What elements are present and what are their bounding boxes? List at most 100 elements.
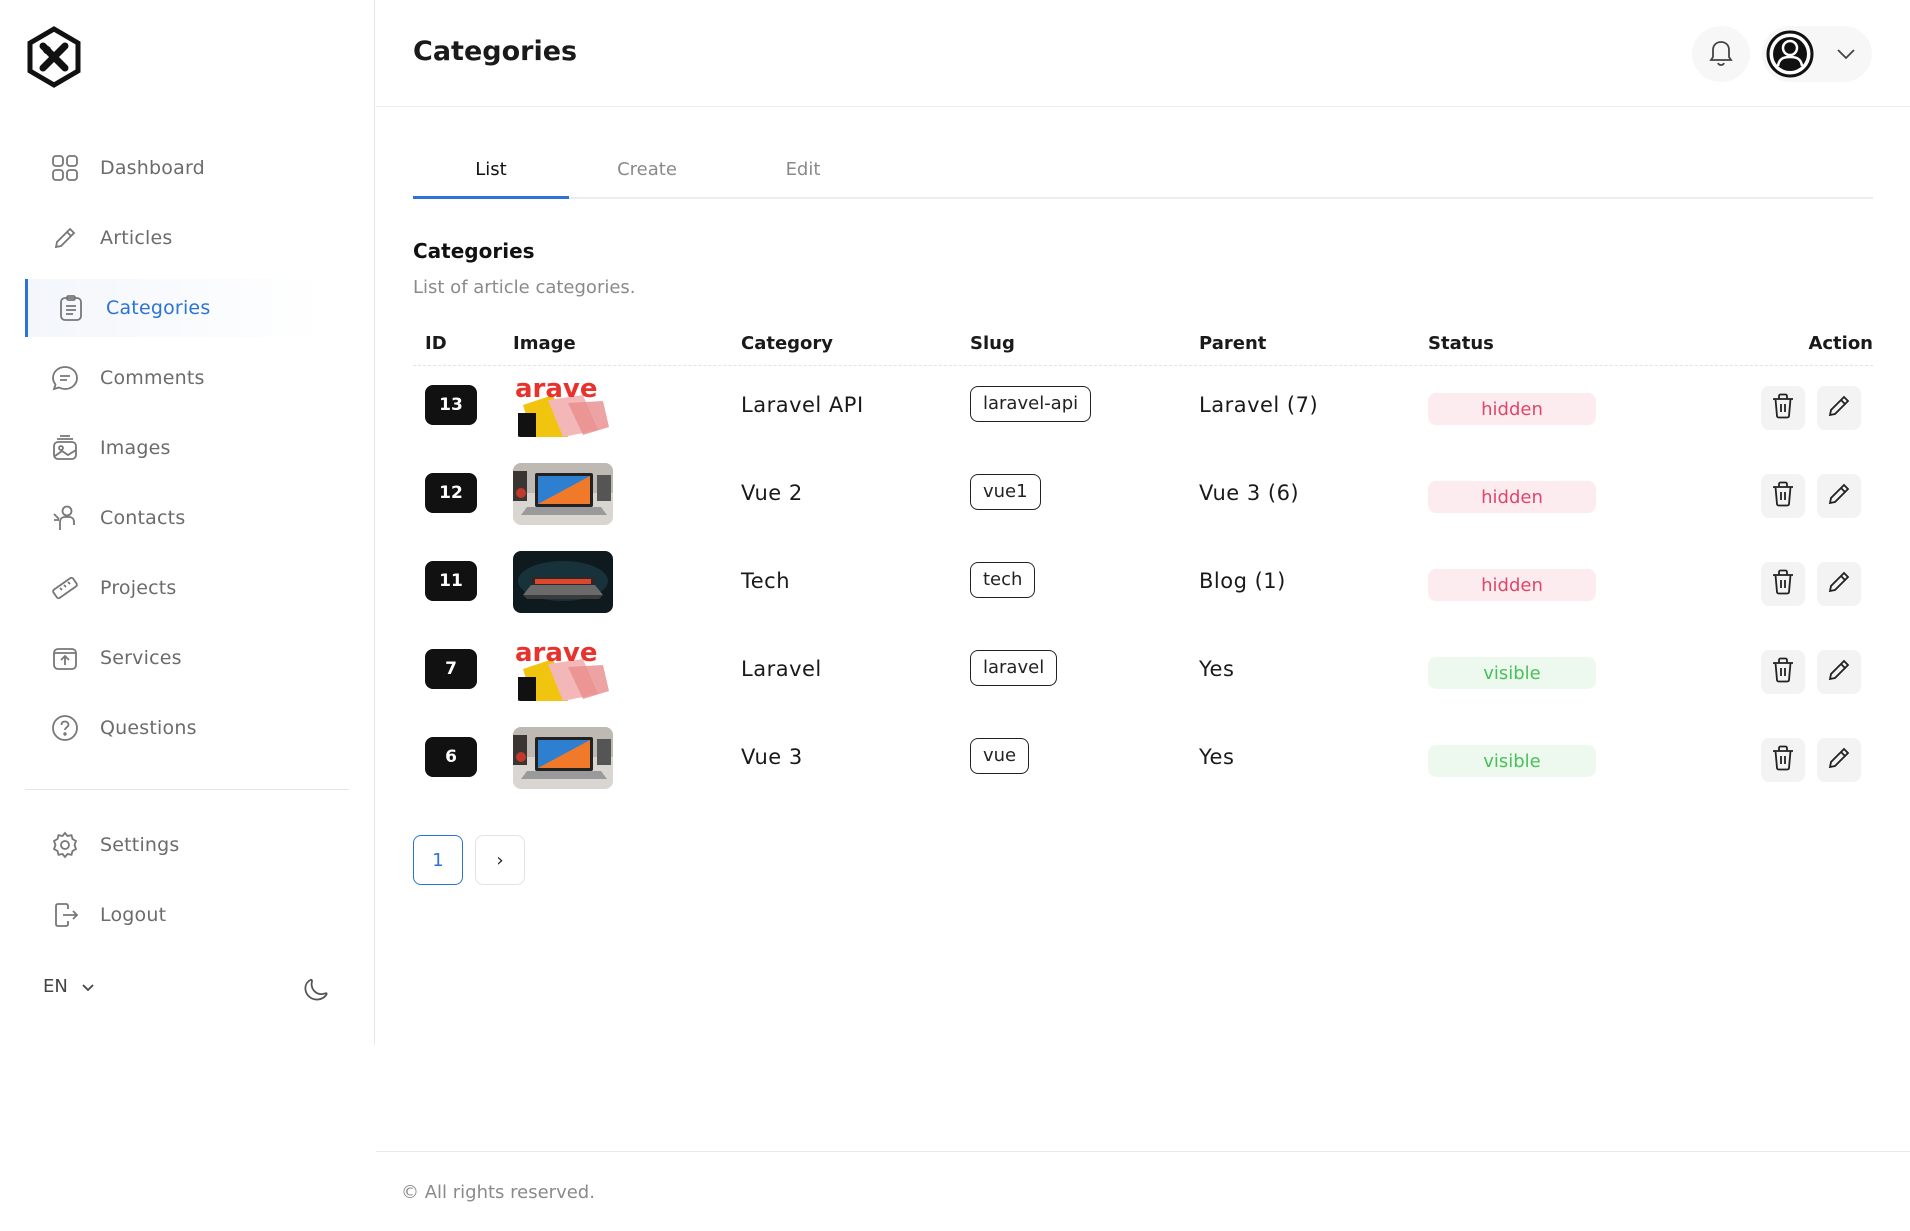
sidebar-item-projects[interactable]: Projects [25,559,325,617]
slug-tag: laravel-api [970,386,1092,422]
section-subtitle: List of article categories. [413,277,636,298]
user-menu[interactable] [1762,26,1872,82]
table-row: 12 Vue 2 vue1 Vue 3 (6) hidden [413,451,1873,539]
tab-edit[interactable]: Edit [725,152,881,197]
status-badge: visible [1428,745,1596,777]
delete-button[interactable] [1761,474,1805,518]
next-page-button[interactable]: › [475,835,525,885]
sidebar-item-dashboard[interactable]: Dashboard [25,139,325,197]
category-name: Vue 2 [741,481,803,505]
sidebar-item-categories[interactable]: Categories [25,279,325,337]
logo-icon[interactable] [26,26,82,88]
upload-box-icon [50,643,80,673]
moon-icon[interactable] [303,974,331,1002]
sidebar-item-label: Dashboard [100,157,205,179]
trash-icon [1771,657,1795,687]
table-header: ID Image Category Slug Parent Status Act… [413,333,1873,366]
sidebar-item-label: Comments [100,367,205,389]
footer: © All rights reserved. [376,1151,1910,1231]
notifications-button[interactable] [1692,26,1750,82]
id-badge: 13 [425,385,477,425]
sidebar-item-settings[interactable]: Settings [25,816,325,874]
svg-text:arave: arave [515,639,598,668]
question-circle-icon [50,713,80,743]
parent-value: Yes [1199,657,1235,681]
delete-button[interactable] [1761,386,1805,430]
column-header-action: Action [1808,333,1873,354]
pencil-icon [50,223,80,253]
sidebar-item-label: Logout [100,904,167,926]
top-header: Categories [376,0,1910,107]
edit-button[interactable] [1817,738,1861,782]
sidebar-item-label: Images [100,437,171,459]
clipboard-list-icon [56,293,86,323]
category-thumbnail [513,463,613,525]
table-row: 11 Tech tech Blog (1) hidden [413,539,1873,627]
delete-button[interactable] [1761,562,1805,606]
sidebar-item-questions[interactable]: Questions [25,699,325,757]
table-row: 7 arave Laravel laravel Yes visible [413,627,1873,715]
delete-button[interactable] [1761,738,1805,782]
sidebar: Dashboard Articles Categories Comments I… [0,0,375,1045]
id-badge: 7 [425,649,477,689]
edit-button[interactable] [1817,650,1861,694]
slug-tag: laravel [970,650,1058,686]
delete-button[interactable] [1761,650,1805,694]
category-name: Laravel API [741,393,864,417]
image-stack-icon [50,433,80,463]
trash-icon [1771,393,1795,423]
svg-text:arave: arave [515,375,598,404]
category-thumbnail [513,551,613,613]
category-thumbnail: arave [513,639,613,701]
sidebar-item-images[interactable]: Images [25,419,325,477]
pencil-icon [1827,394,1851,422]
column-header-parent: Parent [1199,333,1267,354]
parent-value: Blog (1) [1199,569,1286,593]
slug-tag: vue1 [970,474,1041,510]
pencil-icon [1827,570,1851,598]
parent-value: Vue 3 (6) [1199,481,1300,505]
sidebar-item-label: Articles [100,227,173,249]
sidebar-item-articles[interactable]: Articles [25,209,325,267]
gear-icon [50,830,80,860]
category-name: Vue 3 [741,745,803,769]
chevron-down-icon [82,976,94,997]
column-header-image: Image [513,333,576,354]
category-name: Laravel [741,657,822,681]
trash-icon [1771,481,1795,511]
pencil-icon [1827,482,1851,510]
trash-icon [1771,745,1795,775]
sidebar-item-label: Services [100,647,182,669]
id-badge: 12 [425,473,477,513]
edit-button[interactable] [1817,386,1861,430]
language-selector[interactable]: EN [43,976,94,997]
tab-create[interactable]: Create [569,152,725,197]
sidebar-item-comments[interactable]: Comments [25,349,325,407]
id-badge: 11 [425,561,477,601]
language-label: EN [43,976,68,997]
parent-value: Yes [1199,745,1235,769]
pencil-icon [1827,746,1851,774]
pagination: 1 › [413,835,525,885]
sidebar-item-logout[interactable]: Logout [25,886,325,944]
category-thumbnail [513,727,613,789]
sidebar-item-contacts[interactable]: Contacts [25,489,325,547]
page-button[interactable]: 1 [413,835,463,885]
tab-list[interactable]: List [413,152,569,199]
chat-bubble-icon [50,363,80,393]
pencil-icon [1827,658,1851,686]
sidebar-item-services[interactable]: Services [25,629,325,687]
edit-button[interactable] [1817,474,1861,518]
edit-button[interactable] [1817,562,1861,606]
column-header-status: Status [1428,333,1494,354]
trash-icon [1771,569,1795,599]
status-badge: hidden [1428,393,1596,425]
table-row: 6 Vue 3 vue Yes visible [413,715,1873,803]
logout-icon [50,900,80,930]
view-tabs: List Create Edit [413,152,1873,199]
sidebar-item-label: Settings [100,834,180,856]
bell-icon [1707,37,1735,71]
id-badge: 6 [425,737,477,777]
column-header-id: ID [425,333,447,354]
column-header-slug: Slug [970,333,1015,354]
